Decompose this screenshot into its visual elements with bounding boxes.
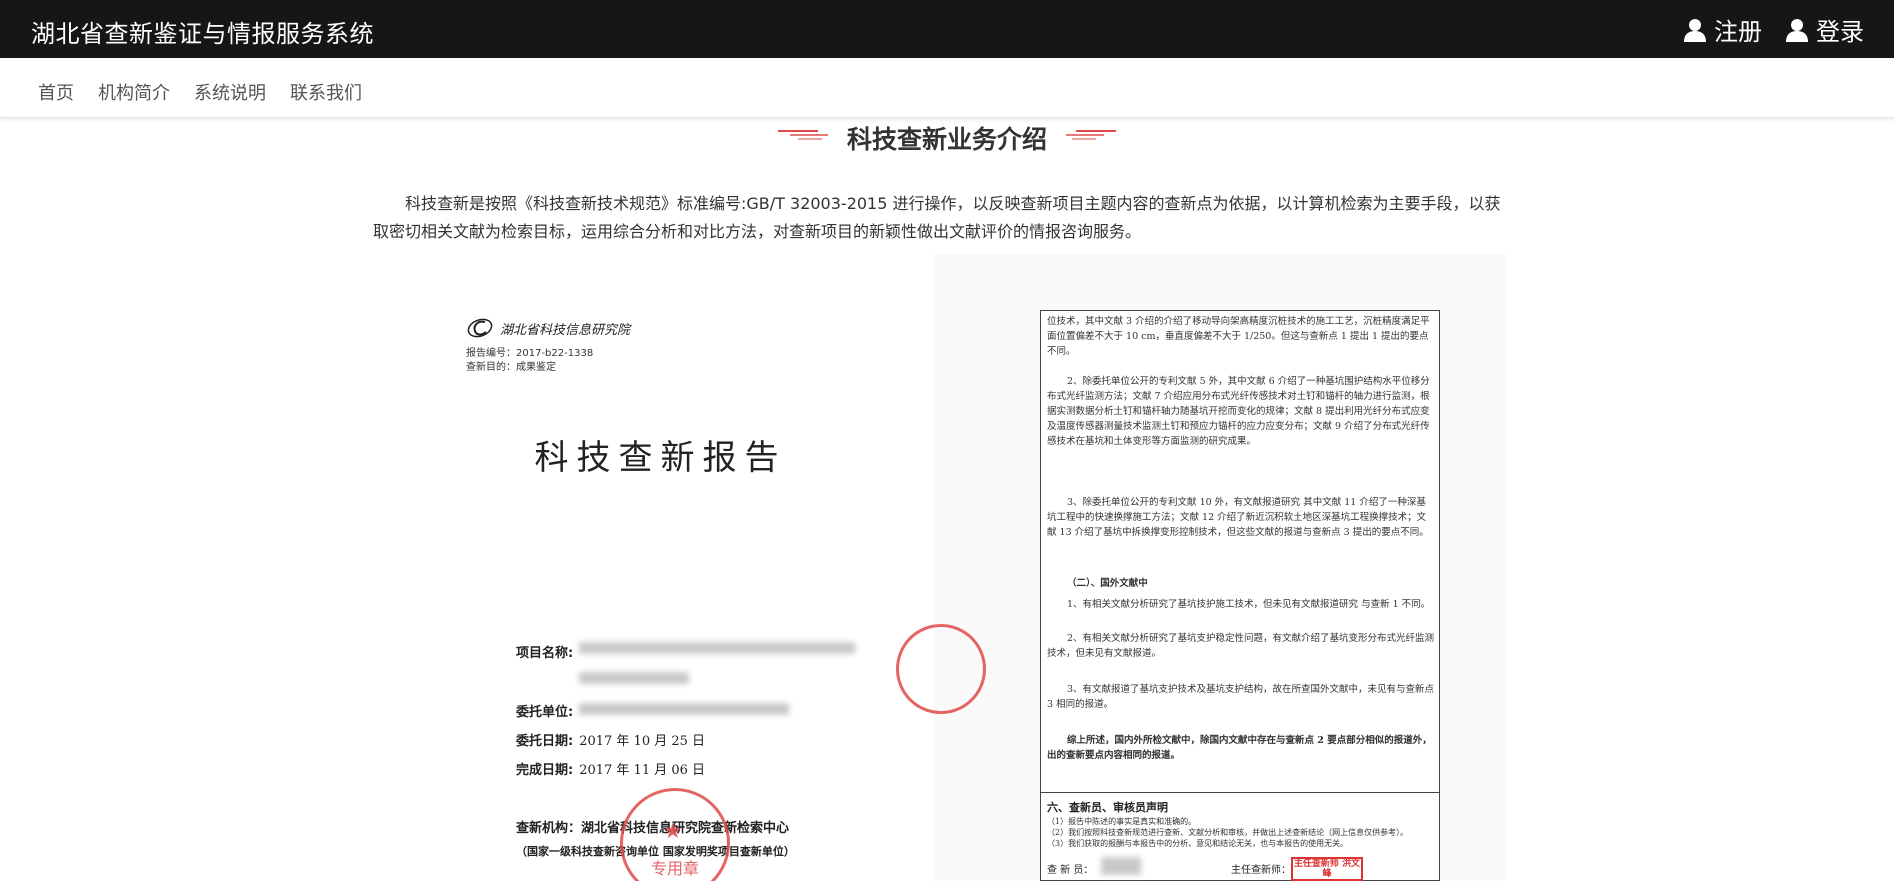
report-purpose: 查新目的：成果鉴定 [466, 362, 556, 373]
user-icon [1684, 18, 1706, 42]
paragraph-2: 2、除委托单位公开的专利文献 5 外，其中文献 6 介绍了一种基坑围护结构水平位… [1047, 376, 1430, 447]
intro-paragraph: 科技查新是按照《科技查新技术规范》标准编号:GB/T 32003-2015 进行… [373, 194, 1501, 241]
client-row: 委托单位: [516, 701, 790, 720]
nav-item-about[interactable]: 机构简介 [98, 79, 170, 105]
redacted-client [579, 703, 790, 715]
commission-date-label: 委托日期: [516, 734, 574, 749]
section-title: 科技查新业务介绍 [846, 125, 1047, 154]
project-label: 项目名称: [516, 646, 574, 661]
paragraph-3: 3、除委托单位公开的专利文献 10 外，有文献报道研究 其中文献 11 介绍了一… [1047, 497, 1429, 538]
declaration-1: （1）报告中陈述的事实是真实和准确的。 [1047, 817, 1197, 826]
report-sample-image: 湖北省科技信息研究院 报告编号：2017-b22-1338 查新目的：成果鉴定 … [388, 254, 1506, 881]
searcher-label: 查 新 员： [1047, 865, 1094, 876]
completion-date: 2017 年 11 月 06 日 [579, 763, 706, 778]
report-title: 科技查新报告 [534, 438, 787, 478]
paragraph-5: 2、有相关文献分析研究了基坑支护稳定性问题，有文献介绍了基坑变形分布式光纤监测技… [1047, 633, 1435, 659]
register-link[interactable]: 注册 [1684, 12, 1762, 47]
stamp-text: 专用章 [650, 859, 699, 878]
auth-links: 注册 登录 [1684, 12, 1864, 47]
completion-date-row: 完成日期: 2017 年 11 月 06 日 [516, 759, 705, 778]
stamp-star-icon: ★ [663, 819, 683, 844]
login-link[interactable]: 登录 [1786, 12, 1864, 47]
client-label: 委托单位: [516, 705, 574, 720]
paragraph-4: 1、有相关文献分析研究了基坑技护施工技术，但未见有文献报道研究 与查新 1 不同… [1067, 599, 1431, 610]
conclusion-paragraph: 综上所述，国内外所检文献中，除国内文献中存在与查新点 2 要点部分相似的报道外，… [1047, 735, 1432, 761]
partial-stamp [896, 624, 986, 714]
nav-item-contact[interactable]: 联系我们 [290, 79, 362, 105]
declaration-3: （3）我们获取的报酬与本报告中的分析、意见和结论无关，也与本报告的使用无关。 [1047, 839, 1349, 848]
commission-date-row: 委托日期: 2017 年 10 月 25 日 [516, 730, 705, 749]
org-logo: 湖北省科技信息研究院 [466, 316, 630, 340]
paragraph-6: 3、有文献报道了基坑支护技术及基坑支护结构，故在所查国外文献中，未见有与查新点 … [1047, 684, 1435, 710]
official-stamp: 专用章 ★ [620, 788, 730, 881]
project-name-row: 项目名称: [516, 642, 856, 688]
register-label: 注册 [1714, 18, 1762, 46]
declaration-2: （2）我们按照科技查新规范进行查新、文献分析和审核，并做出上述查新结论（网上信息… [1047, 828, 1409, 837]
user-icon [1786, 18, 1808, 42]
declaration-heading: 六、查新员、审核员声明 [1047, 801, 1168, 814]
org-logo-text: 湖北省科技信息研究院 [500, 322, 631, 338]
report-cover-page: 湖北省科技信息研究院 报告编号：2017-b22-1338 查新目的：成果鉴定 … [388, 254, 986, 881]
report-content-page: 位技术，其中文献 3 介绍的介绍了移动导向架高精度沉桩技术的施工工艺，沉桩精度满… [1040, 310, 1440, 881]
nav-item-system-guide[interactable]: 系统说明 [194, 79, 266, 105]
main-nav: 首页 机构简介 系统说明 联系我们 [0, 58, 1894, 118]
org-logo-icon [467, 318, 493, 338]
title-decoration-right [1066, 130, 1116, 140]
report-number: 报告编号：2017-b22-1338 [466, 348, 594, 359]
commission-date: 2017 年 10 月 25 日 [579, 734, 706, 749]
paragraph-1: 位技术，其中文献 3 介绍的介绍了移动导向架高精度沉桩技术的施工工艺，沉桩精度满… [1047, 316, 1430, 357]
chief-searcher-label: 主任查新师： [1231, 865, 1291, 876]
redacted-signature [1101, 857, 1141, 875]
login-label: 登录 [1816, 18, 1864, 46]
section-divider [1041, 792, 1439, 793]
chief-searcher-stamp: 主任查新师 洪文峰 [1291, 857, 1363, 881]
redacted-project-name [579, 642, 856, 688]
top-header-bar: 湖北省查新鉴证与情报服务系统 注册 登录 [0, 0, 1894, 58]
site-title[interactable]: 湖北省查新鉴证与情报服务系统 [31, 14, 374, 49]
foreign-literature-heading: （二）、国外文献中 [1067, 578, 1148, 589]
completion-date-label: 完成日期: [516, 763, 574, 778]
nav-item-home[interactable]: 首页 [38, 79, 74, 105]
